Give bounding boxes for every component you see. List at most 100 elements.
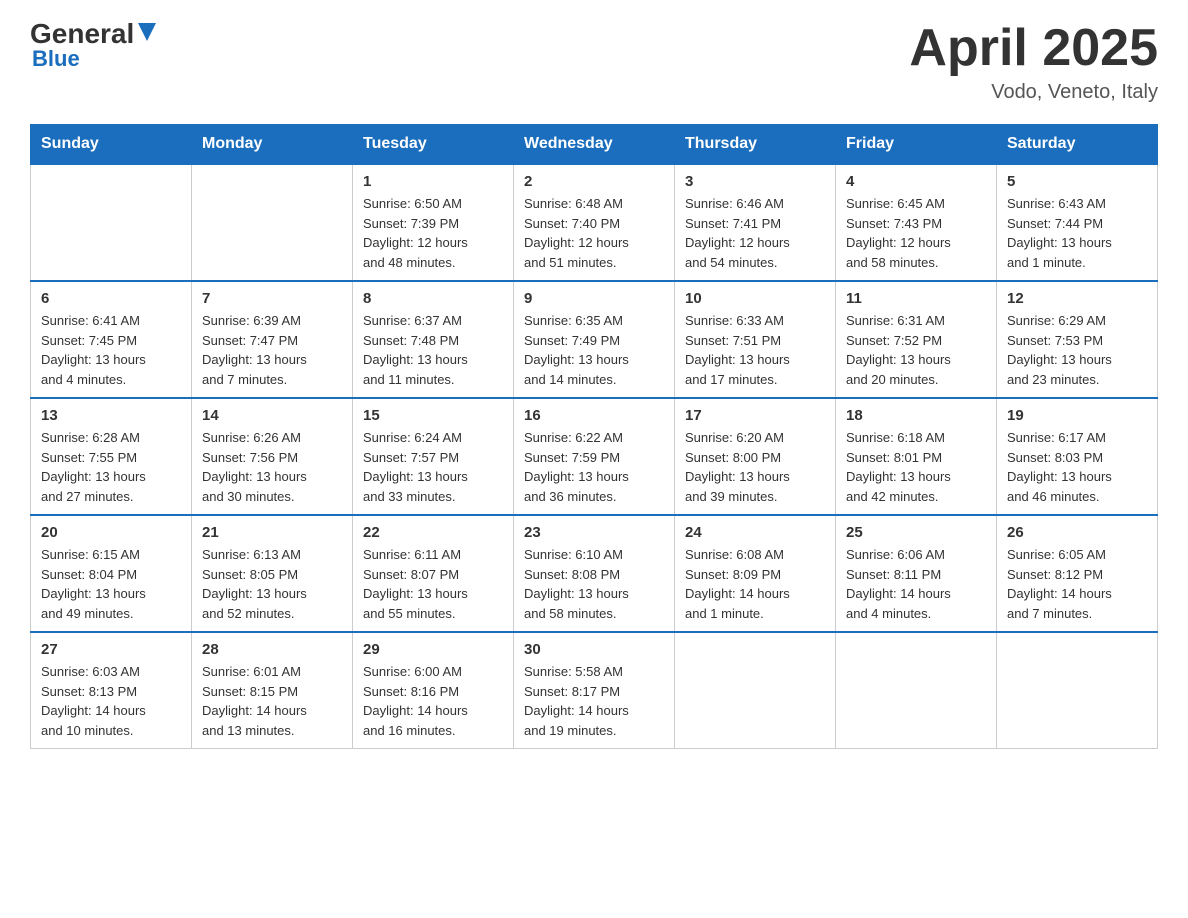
day-info: Sunrise: 6:50 AM Sunset: 7:39 PM Dayligh… — [363, 194, 503, 272]
logo-text-blue: Blue — [32, 46, 80, 72]
calendar-cell — [675, 632, 836, 749]
day-number: 12 — [1007, 290, 1147, 307]
calendar-cell: 9 Sunrise: 6:35 AM Sunset: 7:49 PM Daylig… — [514, 281, 675, 398]
header-row: SundayMondayTuesdayWednesdayThursdayFrid… — [31, 125, 1158, 165]
day-info: Sunrise: 6:26 AM Sunset: 7:56 PM Dayligh… — [202, 428, 342, 506]
calendar-cell — [836, 632, 997, 749]
page-header: General Blue April 2025 Vodo, Veneto, It… — [30, 20, 1158, 104]
location-subtitle: Vodo, Veneto, Italy — [909, 81, 1158, 104]
day-number: 14 — [202, 407, 342, 424]
header-cell-monday: Monday — [192, 125, 353, 165]
day-number: 23 — [524, 524, 664, 541]
calendar-cell: 5 Sunrise: 6:43 AM Sunset: 7:44 PM Daylig… — [997, 164, 1158, 281]
day-number: 26 — [1007, 524, 1147, 541]
day-info: Sunrise: 6:08 AM Sunset: 8:09 PM Dayligh… — [685, 545, 825, 623]
day-info: Sunrise: 6:17 AM Sunset: 8:03 PM Dayligh… — [1007, 428, 1147, 506]
calendar-cell: 23 Sunrise: 6:10 AM Sunset: 8:08 PM Dayli… — [514, 515, 675, 632]
header-cell-friday: Friday — [836, 125, 997, 165]
header-cell-saturday: Saturday — [997, 125, 1158, 165]
day-number: 13 — [41, 407, 181, 424]
calendar-cell: 22 Sunrise: 6:11 AM Sunset: 8:07 PM Dayli… — [353, 515, 514, 632]
calendar-cell: 8 Sunrise: 6:37 AM Sunset: 7:48 PM Daylig… — [353, 281, 514, 398]
day-info: Sunrise: 6:35 AM Sunset: 7:49 PM Dayligh… — [524, 311, 664, 389]
day-number: 10 — [685, 290, 825, 307]
day-number: 19 — [1007, 407, 1147, 424]
day-info: Sunrise: 6:05 AM Sunset: 8:12 PM Dayligh… — [1007, 545, 1147, 623]
day-info: Sunrise: 6:39 AM Sunset: 7:47 PM Dayligh… — [202, 311, 342, 389]
calendar-week-row: 27 Sunrise: 6:03 AM Sunset: 8:13 PM Dayli… — [31, 632, 1158, 749]
calendar-cell: 24 Sunrise: 6:08 AM Sunset: 8:09 PM Dayli… — [675, 515, 836, 632]
day-number: 7 — [202, 290, 342, 307]
day-info: Sunrise: 6:18 AM Sunset: 8:01 PM Dayligh… — [846, 428, 986, 506]
day-info: Sunrise: 6:41 AM Sunset: 7:45 PM Dayligh… — [41, 311, 181, 389]
calendar-cell: 29 Sunrise: 6:00 AM Sunset: 8:16 PM Dayli… — [353, 632, 514, 749]
day-number: 30 — [524, 641, 664, 658]
day-number: 21 — [202, 524, 342, 541]
day-number: 24 — [685, 524, 825, 541]
header-cell-sunday: Sunday — [31, 125, 192, 165]
day-info: Sunrise: 6:43 AM Sunset: 7:44 PM Dayligh… — [1007, 194, 1147, 272]
day-info: Sunrise: 6:03 AM Sunset: 8:13 PM Dayligh… — [41, 662, 181, 740]
calendar-header: SundayMondayTuesdayWednesdayThursdayFrid… — [31, 125, 1158, 165]
calendar-cell: 17 Sunrise: 6:20 AM Sunset: 8:00 PM Dayli… — [675, 398, 836, 515]
day-info: Sunrise: 6:37 AM Sunset: 7:48 PM Dayligh… — [363, 311, 503, 389]
day-number: 3 — [685, 173, 825, 190]
logo: General Blue — [30, 20, 158, 72]
day-number: 15 — [363, 407, 503, 424]
calendar-cell: 7 Sunrise: 6:39 AM Sunset: 7:47 PM Daylig… — [192, 281, 353, 398]
calendar-cell: 21 Sunrise: 6:13 AM Sunset: 8:05 PM Dayli… — [192, 515, 353, 632]
day-number: 17 — [685, 407, 825, 424]
day-info: Sunrise: 6:45 AM Sunset: 7:43 PM Dayligh… — [846, 194, 986, 272]
calendar-cell: 19 Sunrise: 6:17 AM Sunset: 8:03 PM Dayli… — [997, 398, 1158, 515]
day-number: 25 — [846, 524, 986, 541]
day-info: Sunrise: 6:15 AM Sunset: 8:04 PM Dayligh… — [41, 545, 181, 623]
day-number: 16 — [524, 407, 664, 424]
calendar-cell: 30 Sunrise: 5:58 AM Sunset: 8:17 PM Dayli… — [514, 632, 675, 749]
day-info: Sunrise: 6:06 AM Sunset: 8:11 PM Dayligh… — [846, 545, 986, 623]
calendar-week-row: 6 Sunrise: 6:41 AM Sunset: 7:45 PM Daylig… — [31, 281, 1158, 398]
calendar-cell: 20Sunrise: 6:15 AM Sunset: 8:04 PM Dayli… — [31, 515, 192, 632]
day-number: 2 — [524, 173, 664, 190]
day-number: 8 — [363, 290, 503, 307]
day-info: Sunrise: 6:13 AM Sunset: 8:05 PM Dayligh… — [202, 545, 342, 623]
calendar-cell: 28 Sunrise: 6:01 AM Sunset: 8:15 PM Dayli… — [192, 632, 353, 749]
calendar-cell: 12Sunrise: 6:29 AM Sunset: 7:53 PM Dayli… — [997, 281, 1158, 398]
day-number: 6 — [41, 290, 181, 307]
day-info: Sunrise: 6:24 AM Sunset: 7:57 PM Dayligh… — [363, 428, 503, 506]
day-number: 18 — [846, 407, 986, 424]
day-info: Sunrise: 6:00 AM Sunset: 8:16 PM Dayligh… — [363, 662, 503, 740]
day-number: 27 — [41, 641, 181, 658]
day-info: Sunrise: 5:58 AM Sunset: 8:17 PM Dayligh… — [524, 662, 664, 740]
day-number: 29 — [363, 641, 503, 658]
calendar-cell: 16 Sunrise: 6:22 AM Sunset: 7:59 PM Dayli… — [514, 398, 675, 515]
calendar-week-row: 20Sunrise: 6:15 AM Sunset: 8:04 PM Dayli… — [31, 515, 1158, 632]
day-number: 22 — [363, 524, 503, 541]
day-info: Sunrise: 6:01 AM Sunset: 8:15 PM Dayligh… — [202, 662, 342, 740]
day-info: Sunrise: 6:10 AM Sunset: 8:08 PM Dayligh… — [524, 545, 664, 623]
calendar-cell — [31, 164, 192, 281]
day-info: Sunrise: 6:46 AM Sunset: 7:41 PM Dayligh… — [685, 194, 825, 272]
calendar-cell — [997, 632, 1158, 749]
calendar-cell: 3 Sunrise: 6:46 AM Sunset: 7:41 PM Daylig… — [675, 164, 836, 281]
day-number: 9 — [524, 290, 664, 307]
header-cell-thursday: Thursday — [675, 125, 836, 165]
day-info: Sunrise: 6:33 AM Sunset: 7:51 PM Dayligh… — [685, 311, 825, 389]
logo-triangle-icon — [136, 21, 158, 43]
calendar-body: 1 Sunrise: 6:50 AM Sunset: 7:39 PM Daylig… — [31, 164, 1158, 749]
calendar-cell: 6 Sunrise: 6:41 AM Sunset: 7:45 PM Daylig… — [31, 281, 192, 398]
day-number: 1 — [363, 173, 503, 190]
day-info: Sunrise: 6:11 AM Sunset: 8:07 PM Dayligh… — [363, 545, 503, 623]
day-info: Sunrise: 6:22 AM Sunset: 7:59 PM Dayligh… — [524, 428, 664, 506]
calendar-cell: 4 Sunrise: 6:45 AM Sunset: 7:43 PM Daylig… — [836, 164, 997, 281]
header-cell-wednesday: Wednesday — [514, 125, 675, 165]
day-info: Sunrise: 6:20 AM Sunset: 8:00 PM Dayligh… — [685, 428, 825, 506]
logo-text-general: General — [30, 20, 134, 48]
calendar-cell: 15 Sunrise: 6:24 AM Sunset: 7:57 PM Dayli… — [353, 398, 514, 515]
calendar-cell: 14 Sunrise: 6:26 AM Sunset: 7:56 PM Dayli… — [192, 398, 353, 515]
calendar-cell: 18 Sunrise: 6:18 AM Sunset: 8:01 PM Dayli… — [836, 398, 997, 515]
day-number: 11 — [846, 290, 986, 307]
day-number: 5 — [1007, 173, 1147, 190]
day-number: 4 — [846, 173, 986, 190]
calendar-cell — [192, 164, 353, 281]
day-number: 28 — [202, 641, 342, 658]
